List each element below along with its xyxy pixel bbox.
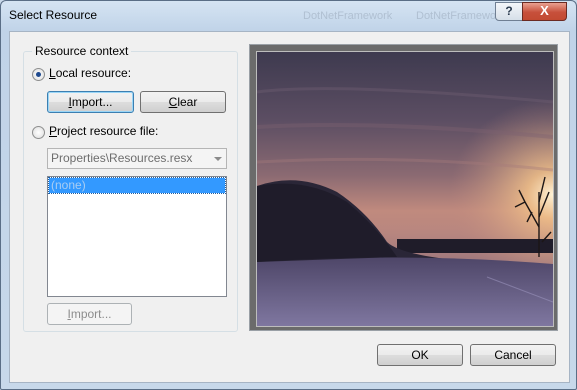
winter-sunset-landscape-image (257, 52, 553, 326)
project-import-button: Import... (47, 303, 132, 325)
background-window-title: DotNetFramework (303, 10, 393, 22)
local-resource-label[interactable]: Local resource: (49, 66, 131, 80)
list-item[interactable]: (none) (48, 177, 226, 194)
import-button[interactable]: Import... (47, 91, 134, 113)
group-title: Resource context (32, 44, 132, 58)
clear-button[interactable]: Clear (140, 91, 226, 113)
help-icon: ? (505, 4, 513, 18)
title-bar[interactable]: Select Resource DotNetFramework DotNetFr… (1, 1, 576, 31)
chevron-down-icon (214, 157, 222, 161)
resource-list[interactable]: (none) (47, 176, 227, 297)
window-title: Select Resource (9, 8, 98, 22)
ok-button[interactable]: OK (377, 344, 463, 366)
project-resource-radio[interactable] (32, 126, 45, 139)
dialog-body: Resource context Local resource: Import.… (9, 31, 570, 383)
local-resource-radio[interactable] (32, 68, 45, 81)
close-button[interactable]: X (522, 2, 567, 21)
background-window-title: DotNetFramework (416, 10, 506, 22)
cancel-button[interactable]: Cancel (470, 344, 556, 366)
resource-file-value: Properties\Resources.resx (51, 151, 193, 165)
close-icon: X (540, 3, 549, 18)
image-preview (249, 44, 558, 331)
select-resource-dialog: Select Resource DotNetFramework DotNetFr… (0, 0, 577, 390)
help-button[interactable]: ? (495, 2, 523, 21)
resource-context-group: Resource context Local resource: Import.… (23, 44, 238, 332)
project-resource-label[interactable]: Project resource file: (49, 124, 158, 138)
resource-file-select[interactable]: Properties\Resources.resx (47, 148, 227, 169)
preview-image (256, 51, 554, 327)
